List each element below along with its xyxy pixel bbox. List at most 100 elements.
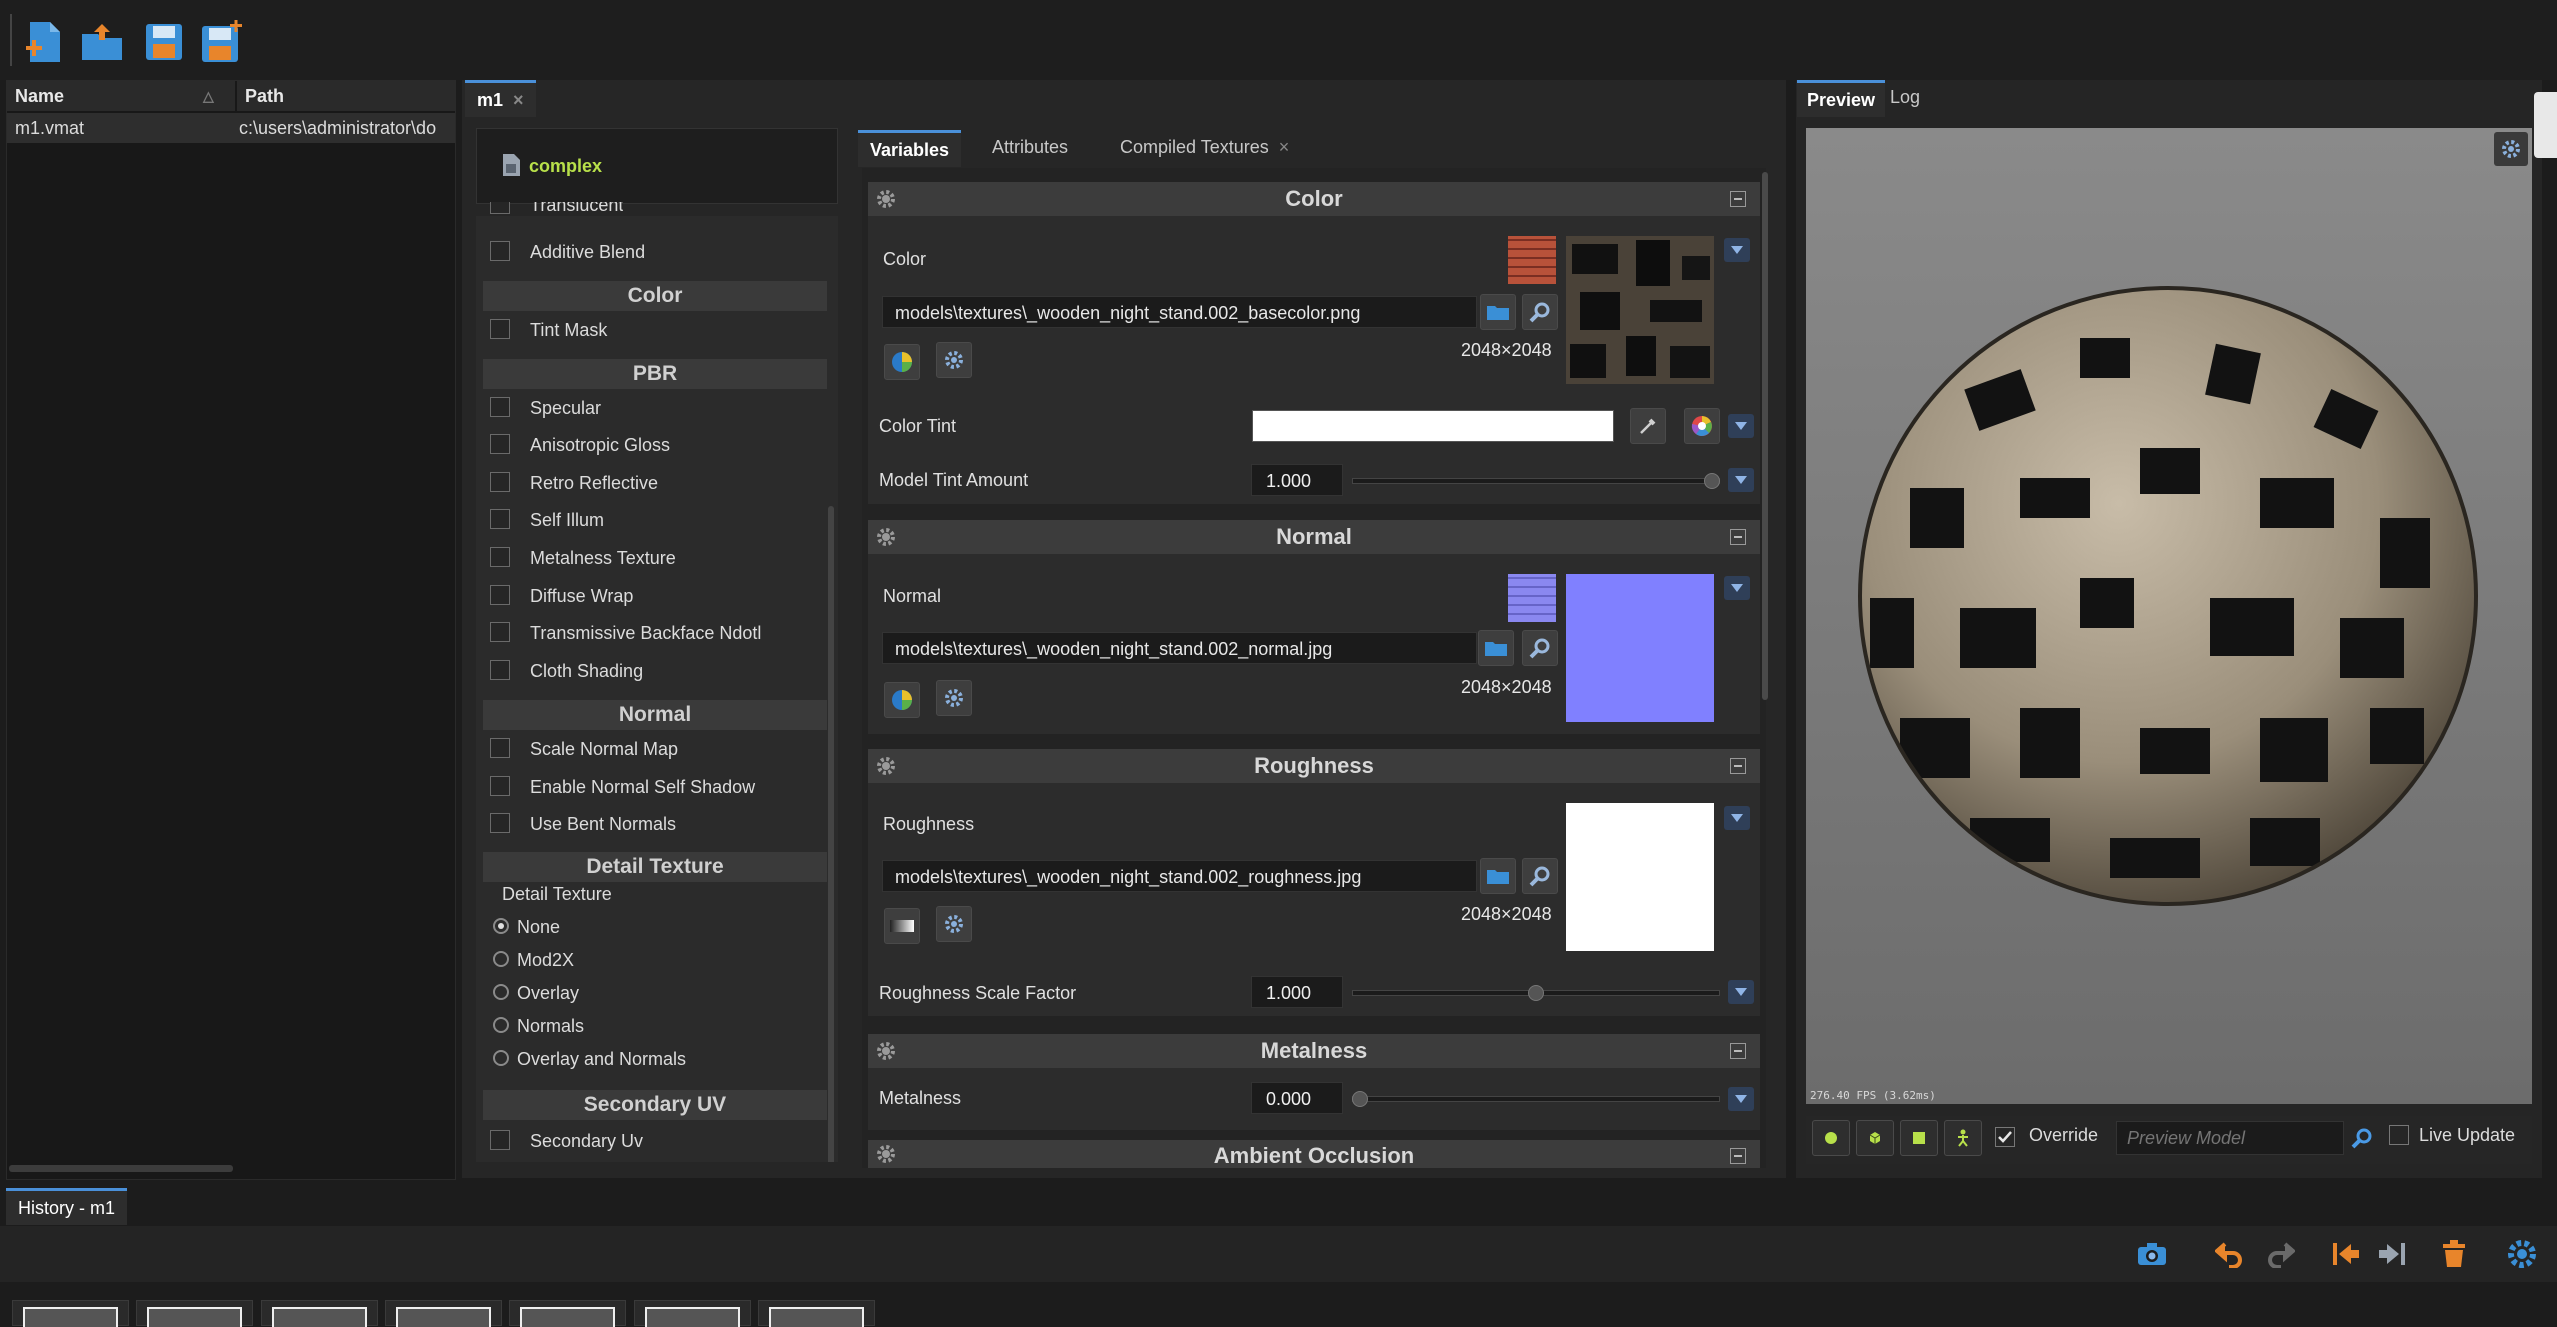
metalness-dropdown[interactable]: [1728, 1087, 1754, 1111]
feature-normal-self-shadow[interactable]: Enable Normal Self Shadow: [490, 772, 755, 802]
normal-picker-button[interactable]: [884, 682, 920, 718]
color-tint-swatch[interactable]: [1252, 410, 1614, 442]
checkbox[interactable]: [490, 1130, 510, 1151]
feature-anisotropic-gloss[interactable]: Anisotropic Gloss: [490, 430, 670, 460]
grayscale-picker-button[interactable]: [884, 908, 920, 944]
model-tint-input[interactable]: 1.000: [1251, 464, 1343, 496]
model-tint-slider-knob[interactable]: [1704, 473, 1720, 489]
feature-translucent[interactable]: Translucent: [490, 202, 623, 222]
preview-model-find-button[interactable]: [2348, 1124, 2376, 1152]
column-header-path[interactable]: Path: [237, 81, 455, 111]
radio-button[interactable]: [493, 1017, 509, 1034]
save-button[interactable]: [140, 18, 188, 66]
metalness-input[interactable]: 0.000: [1251, 1082, 1343, 1114]
browse-button[interactable]: [1480, 858, 1516, 894]
texture-settings-button[interactable]: [936, 906, 972, 942]
browse-button[interactable]: [1478, 630, 1514, 666]
undo-button[interactable]: [2212, 1236, 2248, 1272]
model-tint-dropdown[interactable]: [1728, 468, 1754, 492]
radio-button[interactable]: [493, 918, 509, 935]
normal-texture-thumbnail[interactable]: [1508, 574, 1556, 622]
checkbox[interactable]: [490, 547, 510, 568]
live-update-checkbox[interactable]: [2389, 1125, 2409, 1145]
collapse-icon[interactable]: [1730, 758, 1746, 774]
redo-button[interactable]: [2262, 1236, 2298, 1272]
side-handle[interactable]: [2534, 92, 2557, 158]
section-header-metalness[interactable]: Metalness: [868, 1034, 1760, 1068]
metalness-slider[interactable]: [1352, 1096, 1720, 1102]
find-button[interactable]: [1522, 858, 1558, 894]
roughness-scale-dropdown[interactable]: [1728, 980, 1754, 1004]
checkbox[interactable]: [490, 813, 510, 834]
tab-compiled-textures[interactable]: Compiled Textures ×: [1108, 130, 1301, 164]
close-icon[interactable]: ×: [513, 90, 524, 110]
collapse-icon[interactable]: [1730, 1043, 1746, 1059]
section-header-roughness[interactable]: Roughness: [868, 749, 1760, 783]
color-texture-preview[interactable]: [1566, 236, 1714, 384]
feature-secondary-uv[interactable]: Secondary Uv: [490, 1126, 643, 1156]
texture-settings-button[interactable]: [936, 342, 972, 378]
checkbox[interactable]: [490, 241, 510, 262]
color-texture-path-input[interactable]: models\textures\_wooden_night_stand.002_…: [882, 296, 1477, 328]
radio-detail-overlay[interactable]: Overlay: [493, 979, 579, 1007]
find-button[interactable]: [1522, 294, 1558, 330]
radio-detail-mod2x[interactable]: Mod2X: [493, 946, 574, 974]
radio-button[interactable]: [493, 1050, 509, 1067]
save-as-button[interactable]: [198, 18, 246, 66]
checkbox[interactable]: [490, 472, 510, 493]
asset-row[interactable]: m1.vmat c:\users\administrator\do: [7, 113, 455, 143]
feature-additive-blend[interactable]: Additive Blend: [490, 237, 645, 267]
preview-viewport[interactable]: 276.40 FPS (3.62ms): [1806, 128, 2532, 1104]
collapse-icon[interactable]: [1730, 1148, 1746, 1164]
find-button[interactable]: [1522, 630, 1558, 666]
history-thumbnail[interactable]: [12, 1300, 129, 1327]
history-thumbnail[interactable]: [758, 1300, 875, 1327]
section-header-normal[interactable]: Normal: [868, 520, 1760, 554]
preview-model-input[interactable]: [2116, 1121, 2344, 1155]
color-wheel-button[interactable]: [1684, 408, 1720, 444]
tab-preview[interactable]: Preview: [1797, 80, 1886, 117]
history-settings-button[interactable]: [2502, 1234, 2542, 1274]
close-icon[interactable]: ×: [1279, 137, 1290, 157]
model-tint-slider[interactable]: [1352, 478, 1720, 484]
jump-first-button[interactable]: [2328, 1236, 2364, 1272]
feature-metalness-texture[interactable]: Metalness Texture: [490, 543, 676, 573]
radio-detail-normals[interactable]: Normals: [493, 1012, 584, 1040]
color-dropdown-button[interactable]: [1724, 238, 1750, 262]
open-file-button[interactable]: [78, 18, 126, 66]
shader-picker[interactable]: complex: [476, 128, 838, 204]
section-header-ambient-occlusion[interactable]: Ambient Occlusion: [868, 1140, 1760, 1168]
feature-transmissive-backface[interactable]: Transmissive Backface Ndotl: [490, 618, 761, 648]
variables-scrollbar[interactable]: [1762, 172, 1768, 700]
viewport-settings-button[interactable]: [2494, 132, 2528, 166]
checkbox[interactable]: [490, 397, 510, 418]
browse-button[interactable]: [1480, 294, 1516, 330]
checkbox[interactable]: [490, 622, 510, 643]
tab-log[interactable]: Log: [1880, 80, 1930, 114]
cube-shape-button[interactable]: [1856, 1120, 1894, 1156]
normal-texture-path-input[interactable]: models\textures\_wooden_night_stand.002_…: [882, 632, 1477, 664]
sphere-shape-button[interactable]: [1812, 1120, 1850, 1156]
checkbox[interactable]: [490, 434, 510, 455]
feature-bent-normals[interactable]: Use Bent Normals: [490, 809, 676, 839]
section-header-color[interactable]: Color: [868, 182, 1760, 216]
color-texture-thumbnail[interactable]: [1508, 236, 1556, 284]
color-picker-button[interactable]: [884, 344, 920, 380]
history-thumbnail[interactable]: [634, 1300, 751, 1327]
roughness-scale-slider-knob[interactable]: [1528, 985, 1544, 1001]
roughness-dropdown-button[interactable]: [1724, 806, 1750, 830]
roughness-texture-path-input[interactable]: models\textures\_wooden_night_stand.002_…: [882, 860, 1477, 892]
feature-cloth-shading[interactable]: Cloth Shading: [490, 656, 643, 686]
radio-detail-none[interactable]: None: [493, 913, 560, 941]
normal-texture-preview[interactable]: [1566, 574, 1714, 722]
checkbox[interactable]: [490, 776, 510, 797]
feature-specular[interactable]: Specular: [490, 393, 601, 423]
radio-button[interactable]: [493, 951, 509, 968]
snapshot-button[interactable]: [2134, 1236, 2170, 1272]
radio-detail-overlay-normals[interactable]: Overlay and Normals: [493, 1045, 686, 1073]
history-thumbnail[interactable]: [136, 1300, 253, 1327]
jump-last-button[interactable]: [2374, 1236, 2410, 1272]
collapse-icon[interactable]: [1730, 529, 1746, 545]
normal-dropdown-button[interactable]: [1724, 576, 1750, 600]
feature-diffuse-wrap[interactable]: Diffuse Wrap: [490, 581, 633, 611]
